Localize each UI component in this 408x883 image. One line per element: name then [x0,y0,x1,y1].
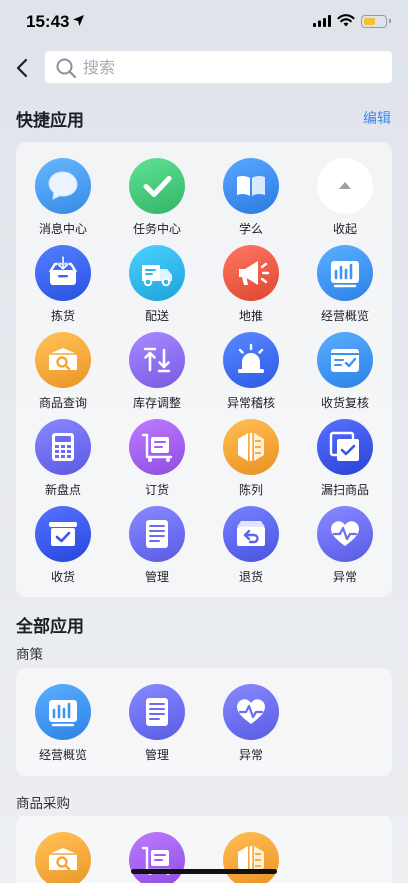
tray-check-icon [35,506,91,562]
app-tile-collapse-up[interactable]: 收起 [298,158,392,244]
app-label: 管理 [144,748,169,762]
app-tile-tray-check[interactable]: 收货 [16,506,110,592]
alarm-light-icon [223,332,279,388]
status-bar: 15:43 [0,0,408,44]
search-input[interactable] [83,51,383,83]
location-arrow-icon [73,15,84,26]
app-label: 漏扫商品 [320,483,369,497]
bar-chart-icon [35,684,91,740]
pulse-icon [317,506,373,562]
receipt-check-icon [317,332,373,388]
app-tile-megaphone[interactable]: 地推 [204,245,298,331]
app-tile-alarm-light[interactable]: 异常稽核 [204,332,298,418]
bar-chart-icon [317,245,373,301]
cellular-signal-icon [313,15,331,27]
return-box-icon [223,506,279,562]
app-tile-bar-chart[interactable]: 经营概览 [16,684,110,770]
box-search-icon [35,332,91,388]
app-label: 学么 [238,222,263,236]
app-tile-shelf-display[interactable]: 陈列 [204,832,298,883]
app-tile-receipt-check[interactable]: 收货复核 [298,332,392,418]
app-tile-document-list[interactable]: 管理 [110,506,204,592]
document-list-icon [129,506,185,562]
search-bar[interactable] [45,51,392,83]
app-label: 管理 [144,570,169,584]
delivery-truck-icon [129,245,185,301]
app-label: 配送 [144,309,169,323]
app-tile-checkmark[interactable]: 任务中心 [110,158,204,244]
app-tile-book[interactable]: 学么 [204,158,298,244]
back-chevron-icon[interactable] [12,56,34,80]
search-icon [56,58,77,79]
pulse-icon [223,684,279,740]
app-tile-box-search[interactable]: 商品查询 [16,332,110,418]
app-label: 退货 [238,570,263,584]
box-search-icon [35,832,91,883]
checkmark-icon [129,158,185,214]
collapse-up-icon [317,158,373,214]
app-tile-box-search[interactable]: 商品查询 [16,832,110,883]
quick-apps-title: 快捷应用 [16,111,84,131]
book-icon [223,158,279,214]
app-label: 拣货 [50,309,75,323]
app-tile-cart-list[interactable]: 订货 [110,419,204,505]
app-label: 异常 [238,748,263,762]
app-tile-pulse[interactable]: 异常 [298,506,392,592]
status-time: 15:43 [26,12,70,31]
app-label: 经营概览 [320,309,369,323]
app-tile-document-list[interactable]: 管理 [110,684,204,770]
app-tile-scan-check[interactable]: 漏扫商品 [298,419,392,505]
app-tile-up-down-arrows[interactable]: 库存调整 [110,332,204,418]
group-title-purchase: 商品采购 [16,796,70,812]
edit-button[interactable]: 编辑 [363,108,391,128]
app-label: 任务中心 [132,222,181,236]
inbox-download-icon [35,245,91,301]
calculator-icon [35,419,91,475]
document-list-icon [129,684,185,740]
shelf-display-icon [223,832,279,883]
app-tile-calculator[interactable]: 新盘点 [16,419,110,505]
message-bubble-icon [35,158,91,214]
app-label: 收货复核 [320,396,369,410]
app-tile-bar-chart[interactable]: 经营概览 [298,245,392,331]
app-label: 异常 [332,570,357,584]
app-tile-inbox-download[interactable]: 拣货 [16,245,110,331]
app-label: 商品查询 [38,396,87,410]
wifi-icon [337,14,355,27]
group-card-shangce: 经营概览 管理 异常 [16,668,392,776]
app-label: 陈列 [238,483,263,497]
app-label: 异常稽核 [226,396,275,410]
app-tile-cart-list[interactable]: 订货 [110,832,204,883]
app-label: 新盘点 [44,483,81,497]
quick-apps-card: 消息中心 任务中心 学么 收起拣货 配送 地推 经营概览商品查询 库存调整 异常稽核 收货复核新盘… [16,142,392,597]
cart-list-icon [129,419,185,475]
up-down-arrows-icon [129,332,185,388]
cart-list-icon [129,832,185,883]
app-label: 订货 [144,483,169,497]
megaphone-icon [223,245,279,301]
battery-icon [361,15,391,28]
app-label: 经营概览 [38,748,87,762]
app-tile-pulse[interactable]: 异常 [204,684,298,770]
app-label: 收货 [50,570,75,584]
app-label: 收起 [332,222,357,236]
app-tile-message-bubble[interactable]: 消息中心 [16,158,110,244]
home-indicator [131,869,277,874]
app-tile-return-box[interactable]: 退货 [204,506,298,592]
group-title-shangce: 商策 [16,647,43,663]
app-label: 库存调整 [132,396,181,410]
app-label: 消息中心 [38,222,87,236]
app-label: 地推 [238,309,263,323]
scan-check-icon [317,419,373,475]
app-tile-shelf-display[interactable]: 陈列 [204,419,298,505]
app-tile-delivery-truck[interactable]: 配送 [110,245,204,331]
all-apps-title: 全部应用 [16,617,84,637]
shelf-display-icon [223,419,279,475]
